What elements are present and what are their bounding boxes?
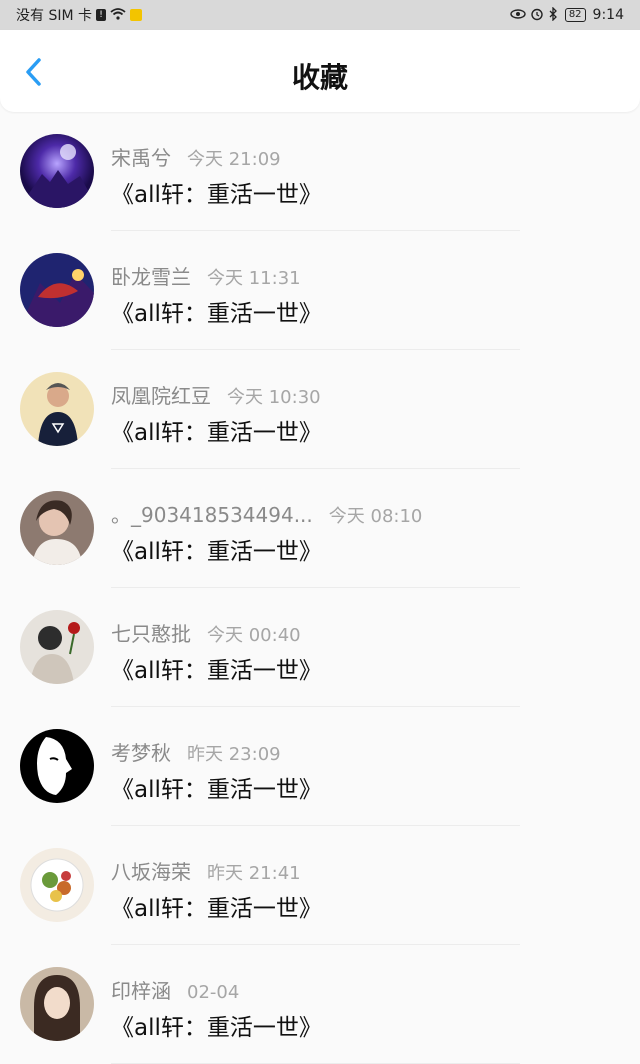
item-title[interactable]: 《all轩：重活一世》 — [111, 651, 322, 685]
item-meta: 七只憨批 今天 00:40 — [111, 618, 301, 647]
timestamp: 今天 08:10 — [328, 506, 423, 527]
clock: 9:14 — [592, 7, 624, 23]
avatar[interactable] — [20, 967, 94, 1041]
carrier-label: 没有 SIM 卡 — [16, 8, 92, 24]
status-bar: 没有 SIM 卡 ! 82 9:14 — [0, 0, 640, 30]
status-right: 82 9:14 — [510, 5, 624, 24]
sim-alert-icon: ! — [96, 9, 106, 21]
notification-icon — [130, 9, 142, 21]
user-name[interactable]: 宋禹兮 — [111, 146, 171, 170]
timestamp: 今天 21:09 — [187, 149, 281, 170]
list-item[interactable]: 。_903418534494... 今天 08:10 《all轩：重活一世》 — [0, 469, 640, 588]
timestamp: 昨天 21:41 — [207, 863, 301, 884]
battery-icon: 82 — [564, 8, 586, 22]
item-meta: 宋禹兮 今天 21:09 — [111, 142, 281, 171]
item-title[interactable]: 《all轩：重活一世》 — [111, 294, 322, 328]
wifi-icon — [110, 7, 126, 23]
list-item[interactable]: 宋禹兮 今天 21:09 《all轩：重活一世》 — [0, 112, 640, 231]
avatar[interactable] — [20, 253, 94, 327]
item-title[interactable]: 《all轩：重活一世》 — [111, 175, 322, 209]
item-meta: 卧龙雪兰 今天 11:31 — [111, 261, 301, 290]
avatar[interactable] — [20, 372, 94, 446]
avatar[interactable] — [20, 134, 94, 208]
page-title: 收藏 — [291, 61, 348, 94]
item-meta: 印梓涵 02-04 — [111, 975, 239, 1004]
avatar[interactable] — [20, 610, 94, 684]
avatar[interactable] — [20, 491, 94, 565]
list-item[interactable]: 卧龙雪兰 今天 11:31 《all轩：重活一世》 — [0, 231, 640, 350]
item-title[interactable]: 《all轩：重活一世》 — [111, 889, 322, 923]
app-header: 收藏 — [0, 30, 640, 112]
timestamp: 今天 11:31 — [207, 268, 301, 289]
item-title[interactable]: 《all轩：重活一世》 — [111, 1008, 322, 1042]
list-item[interactable]: 考梦秋 昨天 23:09 《all轩：重活一世》 — [0, 707, 640, 826]
timestamp: 昨天 23:09 — [187, 744, 281, 765]
avatar[interactable] — [20, 729, 94, 803]
user-name[interactable]: 八坂海荣 — [111, 860, 191, 884]
user-name[interactable]: 考梦秋 — [111, 741, 171, 765]
item-title[interactable]: 《all轩：重活一世》 — [111, 413, 322, 447]
item-meta: 凤凰院红豆 今天 10:30 — [111, 380, 321, 409]
timestamp: 今天 10:30 — [227, 387, 321, 408]
bluetooth-icon — [548, 5, 558, 24]
item-meta: 八坂海荣 昨天 21:41 — [111, 856, 301, 885]
user-name[interactable]: 卧龙雪兰 — [111, 265, 191, 289]
list-item[interactable]: 凤凰院红豆 今天 10:30 《all轩：重活一世》 — [0, 350, 640, 469]
item-title[interactable]: 《all轩：重活一世》 — [111, 770, 322, 804]
list-item[interactable]: 印梓涵 02-04 《all轩：重活一世》 — [0, 945, 640, 1064]
eye-icon — [510, 8, 526, 22]
item-title[interactable]: 《all轩：重活一世》 — [111, 532, 322, 566]
favorites-list: 宋禹兮 今天 21:09 《all轩：重活一世》 卧龙雪兰 今天 11:31 《al… — [0, 112, 640, 1064]
user-name[interactable]: 凤凰院红豆 — [111, 384, 211, 408]
item-meta: 。_903418534494... 今天 08:10 — [111, 499, 422, 528]
list-item[interactable]: 七只憨批 今天 00:40 《all轩：重活一世》 — [0, 588, 640, 707]
timestamp: 今天 00:40 — [207, 625, 301, 646]
alarm-icon — [530, 7, 544, 24]
list-item[interactable]: 八坂海荣 昨天 21:41 《all轩：重活一世》 — [0, 826, 640, 945]
avatar[interactable] — [20, 848, 94, 922]
user-name[interactable]: 印梓涵 — [111, 979, 171, 1003]
timestamp: 02-04 — [187, 982, 240, 1003]
status-left: 没有 SIM 卡 ! — [16, 5, 142, 25]
item-meta: 考梦秋 昨天 23:09 — [111, 737, 281, 766]
user-name[interactable]: 七只憨批 — [111, 622, 191, 646]
user-name[interactable]: 。_903418534494... — [111, 503, 313, 527]
